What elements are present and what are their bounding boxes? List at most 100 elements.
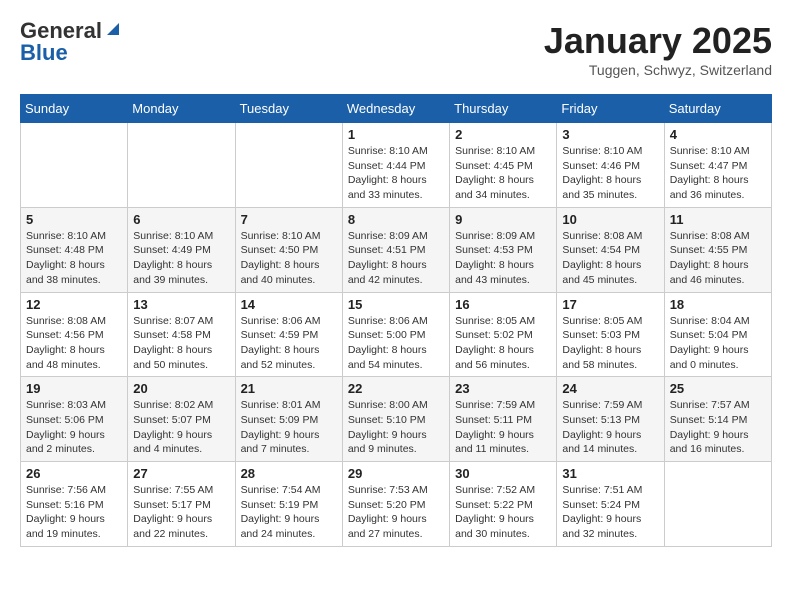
day-number: 17 — [562, 297, 658, 312]
calendar-cell: 30 Sunrise: 7:52 AM Sunset: 5:22 PM Dayli… — [450, 462, 557, 547]
calendar-cell — [128, 123, 235, 208]
day-number: 2 — [455, 127, 551, 142]
day-number: 4 — [670, 127, 766, 142]
logo-general-text: General — [20, 20, 102, 42]
day-info: Sunrise: 8:08 AM Sunset: 4:54 PM Dayligh… — [562, 229, 658, 288]
day-info: Sunrise: 8:10 AM Sunset: 4:44 PM Dayligh… — [348, 144, 444, 203]
calendar-cell: 3 Sunrise: 8:10 AM Sunset: 4:46 PM Daylig… — [557, 123, 664, 208]
weekday-header: Monday — [128, 95, 235, 123]
day-number: 14 — [241, 297, 337, 312]
day-info: Sunrise: 8:03 AM Sunset: 5:06 PM Dayligh… — [26, 398, 122, 457]
day-info: Sunrise: 8:07 AM Sunset: 4:58 PM Dayligh… — [133, 314, 229, 373]
calendar-cell: 4 Sunrise: 8:10 AM Sunset: 4:47 PM Daylig… — [664, 123, 771, 208]
calendar-cell: 20 Sunrise: 8:02 AM Sunset: 5:07 PM Dayli… — [128, 377, 235, 462]
calendar-cell: 2Sunrise: 8:10 AM Sunset: 4:45 PM Daylig… — [450, 123, 557, 208]
day-number: 30 — [455, 466, 551, 481]
day-info: Sunrise: 8:10 AM Sunset: 4:46 PM Dayligh… — [562, 144, 658, 203]
page-header: General Blue January 2025 Tuggen, Schwyz… — [20, 20, 772, 78]
day-number: 13 — [133, 297, 229, 312]
day-number: 10 — [562, 212, 658, 227]
calendar-cell: 12 Sunrise: 8:08 AM Sunset: 4:56 PM Dayli… — [21, 292, 128, 377]
calendar-cell: 24Sunrise: 7:59 AM Sunset: 5:13 PM Dayli… — [557, 377, 664, 462]
day-info: Sunrise: 7:54 AM Sunset: 5:19 PM Dayligh… — [241, 483, 337, 542]
weekday-header: Friday — [557, 95, 664, 123]
day-number: 25 — [670, 381, 766, 396]
weekday-header: Thursday — [450, 95, 557, 123]
day-number: 16 — [455, 297, 551, 312]
calendar-cell: 19 Sunrise: 8:03 AM Sunset: 5:06 PM Dayli… — [21, 377, 128, 462]
day-info: Sunrise: 7:59 AM Sunset: 5:11 PM Dayligh… — [455, 398, 551, 457]
calendar-cell: 23Sunrise: 7:59 AM Sunset: 5:11 PM Dayli… — [450, 377, 557, 462]
day-info: Sunrise: 8:00 AM Sunset: 5:10 PM Dayligh… — [348, 398, 444, 457]
calendar-cell: 29Sunrise: 7:53 AM Sunset: 5:20 PM Dayli… — [342, 462, 449, 547]
calendar-cell: 28 Sunrise: 7:54 AM Sunset: 5:19 PM Dayli… — [235, 462, 342, 547]
calendar-cell: 1Sunrise: 8:10 AM Sunset: 4:44 PM Daylig… — [342, 123, 449, 208]
day-number: 15 — [348, 297, 444, 312]
day-info: Sunrise: 7:51 AM Sunset: 5:24 PM Dayligh… — [562, 483, 658, 542]
calendar-cell: 8 Sunrise: 8:09 AM Sunset: 4:51 PM Daylig… — [342, 207, 449, 292]
day-number: 24 — [562, 381, 658, 396]
day-number: 21 — [241, 381, 337, 396]
day-number: 12 — [26, 297, 122, 312]
day-number: 8 — [348, 212, 444, 227]
calendar-cell: 27 Sunrise: 7:55 AM Sunset: 5:17 PM Dayli… — [128, 462, 235, 547]
weekday-header: Saturday — [664, 95, 771, 123]
day-number: 7 — [241, 212, 337, 227]
day-number: 20 — [133, 381, 229, 396]
calendar-cell: 22 Sunrise: 8:00 AM Sunset: 5:10 PM Dayli… — [342, 377, 449, 462]
day-info: Sunrise: 8:10 AM Sunset: 4:50 PM Dayligh… — [241, 229, 337, 288]
day-info: Sunrise: 8:09 AM Sunset: 4:53 PM Dayligh… — [455, 229, 551, 288]
weekday-header: Sunday — [21, 95, 128, 123]
calendar-cell: 10 Sunrise: 8:08 AM Sunset: 4:54 PM Dayli… — [557, 207, 664, 292]
calendar-cell: 18Sunrise: 8:04 AM Sunset: 5:04 PM Dayli… — [664, 292, 771, 377]
day-number: 31 — [562, 466, 658, 481]
calendar-cell — [21, 123, 128, 208]
logo-triangle-icon — [103, 21, 119, 37]
day-info: Sunrise: 7:53 AM Sunset: 5:20 PM Dayligh… — [348, 483, 444, 542]
calendar-cell: 17 Sunrise: 8:05 AM Sunset: 5:03 PM Dayli… — [557, 292, 664, 377]
calendar-cell: 25Sunrise: 7:57 AM Sunset: 5:14 PM Dayli… — [664, 377, 771, 462]
day-number: 9 — [455, 212, 551, 227]
day-info: Sunrise: 8:08 AM Sunset: 4:56 PM Dayligh… — [26, 314, 122, 373]
calendar-cell: 31 Sunrise: 7:51 AM Sunset: 5:24 PM Dayli… — [557, 462, 664, 547]
weekday-header: Tuesday — [235, 95, 342, 123]
location-text: Tuggen, Schwyz, Switzerland — [544, 62, 772, 78]
calendar-week-row: 12 Sunrise: 8:08 AM Sunset: 4:56 PM Dayli… — [21, 292, 772, 377]
day-info: Sunrise: 8:06 AM Sunset: 5:00 PM Dayligh… — [348, 314, 444, 373]
calendar-table: SundayMondayTuesdayWednesdayThursdayFrid… — [20, 94, 772, 547]
calendar-cell: 7 Sunrise: 8:10 AM Sunset: 4:50 PM Daylig… — [235, 207, 342, 292]
day-number: 28 — [241, 466, 337, 481]
day-info: Sunrise: 8:05 AM Sunset: 5:02 PM Dayligh… — [455, 314, 551, 373]
day-number: 11 — [670, 212, 766, 227]
day-number: 3 — [562, 127, 658, 142]
day-number: 27 — [133, 466, 229, 481]
day-info: Sunrise: 8:01 AM Sunset: 5:09 PM Dayligh… — [241, 398, 337, 457]
calendar-cell: 14 Sunrise: 8:06 AM Sunset: 4:59 PM Dayli… — [235, 292, 342, 377]
calendar-week-row: 19 Sunrise: 8:03 AM Sunset: 5:06 PM Dayli… — [21, 377, 772, 462]
day-number: 26 — [26, 466, 122, 481]
calendar-cell: 21 Sunrise: 8:01 AM Sunset: 5:09 PM Dayli… — [235, 377, 342, 462]
calendar-header-row: SundayMondayTuesdayWednesdayThursdayFrid… — [21, 95, 772, 123]
calendar-week-row: 5Sunrise: 8:10 AM Sunset: 4:48 PM Daylig… — [21, 207, 772, 292]
day-number: 22 — [348, 381, 444, 396]
day-info: Sunrise: 8:05 AM Sunset: 5:03 PM Dayligh… — [562, 314, 658, 373]
calendar-cell: 13 Sunrise: 8:07 AM Sunset: 4:58 PM Dayli… — [128, 292, 235, 377]
day-number: 6 — [133, 212, 229, 227]
calendar-cell — [664, 462, 771, 547]
logo: General Blue — [20, 20, 119, 64]
calendar-cell: 5Sunrise: 8:10 AM Sunset: 4:48 PM Daylig… — [21, 207, 128, 292]
day-number: 18 — [670, 297, 766, 312]
calendar-cell: 26Sunrise: 7:56 AM Sunset: 5:16 PM Dayli… — [21, 462, 128, 547]
calendar-week-row: 1Sunrise: 8:10 AM Sunset: 4:44 PM Daylig… — [21, 123, 772, 208]
day-info: Sunrise: 7:55 AM Sunset: 5:17 PM Dayligh… — [133, 483, 229, 542]
calendar-cell: 11Sunrise: 8:08 AM Sunset: 4:55 PM Dayli… — [664, 207, 771, 292]
day-info: Sunrise: 8:06 AM Sunset: 4:59 PM Dayligh… — [241, 314, 337, 373]
day-number: 19 — [26, 381, 122, 396]
title-block: January 2025 Tuggen, Schwyz, Switzerland — [544, 20, 772, 78]
day-info: Sunrise: 8:09 AM Sunset: 4:51 PM Dayligh… — [348, 229, 444, 288]
day-info: Sunrise: 7:52 AM Sunset: 5:22 PM Dayligh… — [455, 483, 551, 542]
day-info: Sunrise: 8:10 AM Sunset: 4:48 PM Dayligh… — [26, 229, 122, 288]
day-info: Sunrise: 8:02 AM Sunset: 5:07 PM Dayligh… — [133, 398, 229, 457]
day-info: Sunrise: 8:10 AM Sunset: 4:47 PM Dayligh… — [670, 144, 766, 203]
calendar-cell: 9 Sunrise: 8:09 AM Sunset: 4:53 PM Daylig… — [450, 207, 557, 292]
